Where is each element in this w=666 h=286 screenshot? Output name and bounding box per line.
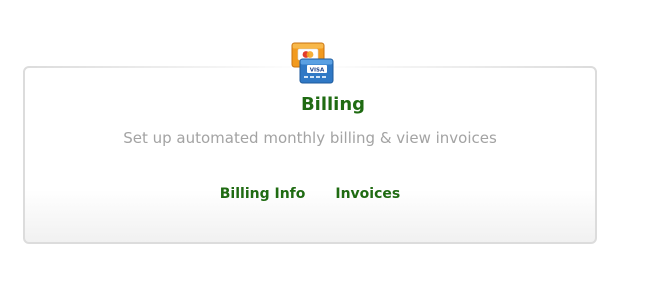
billing-info-link[interactable]: Billing Info [220, 186, 306, 202]
credit-cards-icon: VISA [289, 42, 335, 86]
billing-section: VISA Billing Set up automated monthly bi… [0, 0, 666, 286]
billing-title: Billing [300, 94, 366, 115]
invoices-link[interactable]: Invoices [335, 186, 400, 202]
billing-card [23, 66, 597, 244]
svg-text:VISA: VISA [310, 68, 325, 74]
billing-links: Billing Info Invoices [0, 186, 620, 202]
billing-description: Set up automated monthly billing & view … [123, 129, 497, 147]
